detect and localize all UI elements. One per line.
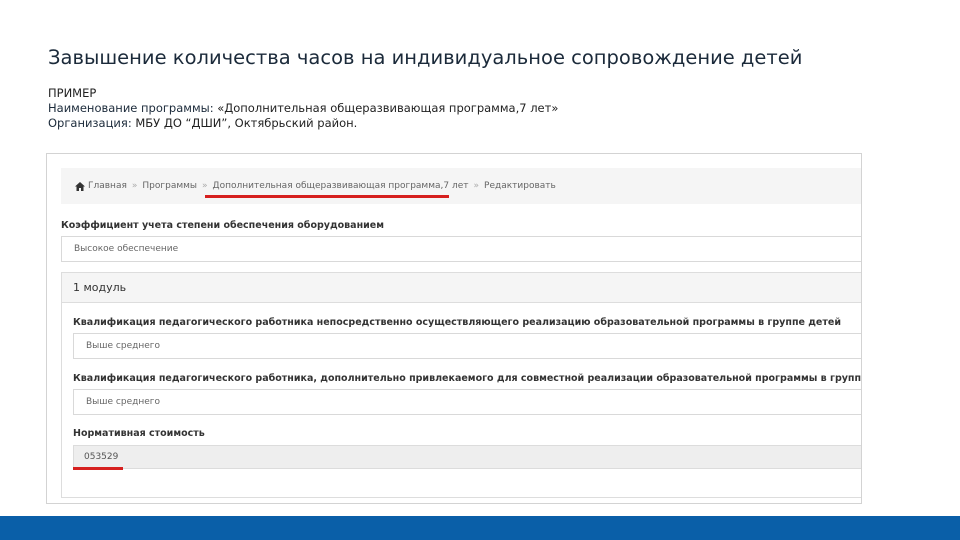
program-label: Наименование программы:: [48, 101, 214, 115]
breadcrumb-item-edit: Редактировать: [484, 181, 556, 191]
equipment-select[interactable]: Высокое обеспечение: [61, 236, 861, 262]
screenshot-frame: Главная » Программы » Дополнительная общ…: [46, 153, 862, 504]
breadcrumb: Главная » Программы » Дополнительная общ…: [61, 168, 861, 204]
home-icon[interactable]: [75, 181, 85, 191]
highlight-underline-program: [205, 195, 449, 198]
cost-label: Нормативная стоимость: [73, 428, 205, 439]
breadcrumb-separator: »: [202, 181, 208, 191]
example-label: ПРИМЕР: [48, 86, 97, 100]
qualification-main-label: Квалификация педагогического работника н…: [73, 317, 841, 328]
organization-value: МБУ ДО “ДШИ”, Октябрьский район.: [131, 116, 358, 130]
breadcrumb-item-programs[interactable]: Программы: [142, 181, 197, 191]
breadcrumb-separator: »: [131, 181, 138, 191]
breadcrumb-item-home[interactable]: Главная: [88, 181, 127, 191]
highlight-underline-cost: [73, 467, 123, 470]
qualification-main-select[interactable]: Выше среднего: [73, 333, 861, 359]
module-title: 1 модуль: [62, 273, 861, 303]
equipment-label: Коэффициент учета степени обеспечения об…: [61, 220, 385, 231]
intro-block: ПРИМЕР Наименование программы: «Дополнит…: [48, 86, 558, 131]
program-line: Наименование программы: «Дополнительная …: [48, 101, 558, 116]
cost-field: 053529: [73, 445, 861, 469]
footer-bar: [0, 516, 960, 540]
qualification-extra-select[interactable]: Выше среднего: [73, 389, 861, 415]
qualification-extra-label: Квалификация педагогического работника, …: [73, 373, 862, 384]
program-value: «Дополнительная общеразвивающая программ…: [213, 101, 559, 115]
organization-label: Организация:: [48, 116, 132, 130]
slide-title: Завышение количества часов на индивидуал…: [48, 46, 803, 69]
module-panel: 1 модуль Квалификация педагогического ра…: [61, 272, 862, 498]
organization-line: Организация: МБУ ДО “ДШИ”, Октябрьский р…: [48, 116, 558, 131]
breadcrumb-separator: »: [473, 181, 480, 191]
breadcrumb-item-program[interactable]: Дополнительная общеразвивающая программа…: [213, 181, 469, 191]
